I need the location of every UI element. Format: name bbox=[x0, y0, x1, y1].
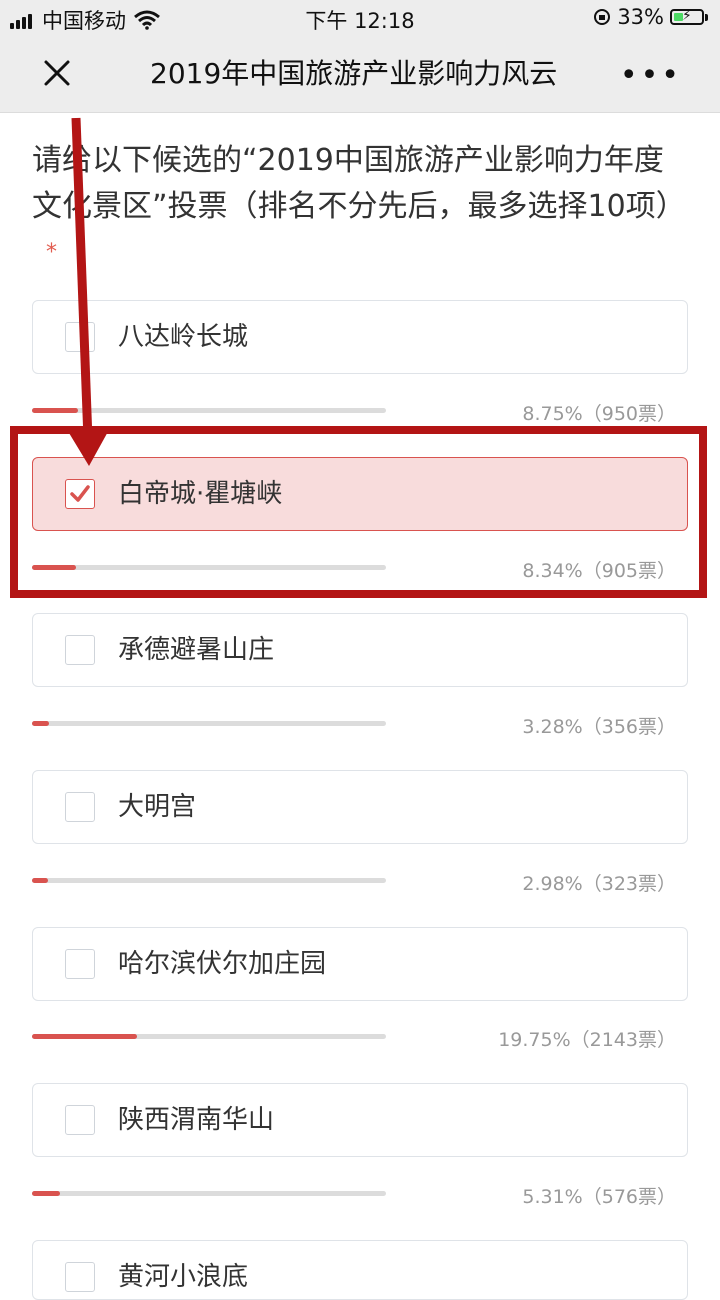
battery-percent: 33% bbox=[617, 5, 664, 29]
option-item[interactable]: 陕西渭南华山 bbox=[32, 1083, 688, 1157]
more-icon: ••• bbox=[619, 58, 682, 93]
navigation-bar: 2019年中国旅游产业影响力风云 ••• bbox=[0, 36, 720, 113]
checkbox[interactable] bbox=[65, 1105, 95, 1135]
orientation-lock-icon bbox=[594, 9, 611, 25]
checkbox[interactable] bbox=[65, 792, 95, 822]
option-item[interactable]: 哈尔滨伏尔加庄园 bbox=[32, 927, 688, 1001]
checkbox[interactable] bbox=[65, 635, 95, 665]
vote-stat: 19.75%（2143票） bbox=[498, 1029, 676, 1051]
checkbox[interactable] bbox=[65, 322, 95, 352]
option-label: 大明宫 bbox=[118, 792, 197, 822]
vote-progress-bar bbox=[32, 408, 386, 413]
vote-progress-bar bbox=[32, 1034, 386, 1039]
option-label: 八达岭长城 bbox=[118, 322, 249, 352]
vote-progress-fill bbox=[32, 408, 79, 413]
vote-progress-bar bbox=[32, 1191, 386, 1196]
close-icon bbox=[44, 60, 70, 86]
option-item[interactable]: 承德避暑山庄 bbox=[32, 613, 688, 687]
annotation-highlight-box bbox=[10, 426, 707, 598]
status-right: 33% ⚡ bbox=[593, 5, 708, 29]
battery-icon: ⚡ bbox=[670, 8, 704, 25]
option-item[interactable]: 黄河小浪底 bbox=[32, 1240, 688, 1300]
status-bar: 中国移动 下午 12:18 33% ⚡ bbox=[0, 0, 720, 36]
question-title: 请给以下候选的“2019中国旅游产业影响力年度文化景区”投票（排名不分先后，最多… bbox=[32, 138, 692, 276]
checkbox[interactable] bbox=[65, 949, 95, 979]
vote-stat: 8.75%（950票） bbox=[522, 403, 676, 425]
option-item[interactable]: 大明宫 bbox=[32, 770, 688, 844]
required-mark: * bbox=[46, 240, 57, 265]
checkbox[interactable] bbox=[65, 1262, 95, 1292]
vote-progress-fill bbox=[32, 1191, 61, 1196]
vote-progress-fill bbox=[32, 1034, 137, 1039]
close-button[interactable] bbox=[38, 54, 76, 92]
option-label: 哈尔滨伏尔加庄园 bbox=[118, 949, 327, 979]
vote-progress-bar bbox=[32, 721, 386, 726]
option-item[interactable]: 八达岭长城 bbox=[32, 300, 688, 374]
option-label: 黄河小浪底 bbox=[118, 1262, 249, 1292]
vote-progress-fill bbox=[32, 878, 48, 883]
vote-progress-bar bbox=[32, 878, 386, 883]
vote-stat: 5.31%（576票） bbox=[522, 1186, 676, 1208]
option-label: 陕西渭南华山 bbox=[118, 1105, 275, 1135]
vote-stat: 2.98%（323票） bbox=[522, 873, 676, 895]
vote-progress-fill bbox=[32, 721, 50, 726]
page-title: 2019年中国旅游产业影响力风云 bbox=[150, 57, 558, 90]
more-button[interactable]: ••• bbox=[620, 58, 682, 93]
option-label: 承德避暑山庄 bbox=[118, 635, 275, 665]
question-text: 请给以下候选的“2019中国旅游产业影响力年度文化景区”投票（排名不分先后，最多… bbox=[32, 143, 686, 224]
vote-stat: 3.28%（356票） bbox=[522, 716, 676, 738]
